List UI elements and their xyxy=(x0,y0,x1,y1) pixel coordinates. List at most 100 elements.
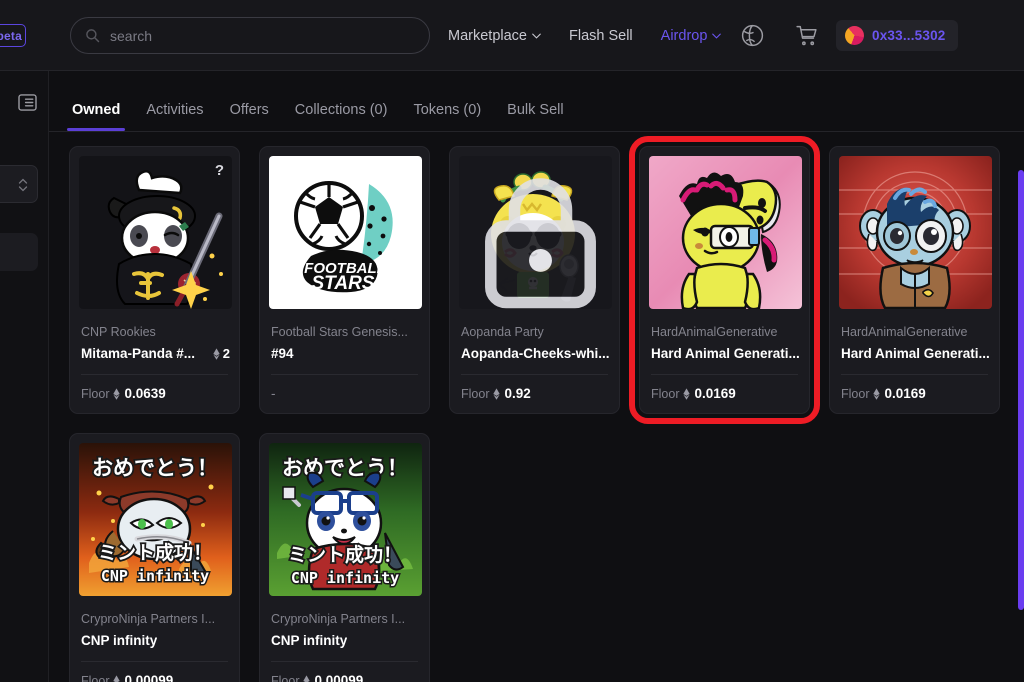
nft-art-cnp-rookies xyxy=(79,156,232,309)
floor-label: Floor xyxy=(461,386,490,401)
svg-text:ミント成功！: ミント成功！ xyxy=(98,541,212,564)
nft-title-row: Mitama-Panda #... 2 xyxy=(81,346,230,361)
nft-thumbnail xyxy=(649,156,802,309)
nft-card[interactable]: ? CNP Rookies Mitama-Panda #... 2 Floor … xyxy=(69,146,240,414)
nft-thumbnail: ? xyxy=(79,156,232,309)
top-header: beta Marketplace Flash Sell Airdrop 0x33 xyxy=(0,0,1024,71)
nft-floor: Floor 0.0639 xyxy=(79,375,230,413)
chevron-down-icon xyxy=(532,33,541,39)
nft-title-row: Aopanda-Cheeks-whi... xyxy=(461,346,610,361)
nft-title: CNP infinity xyxy=(271,633,348,648)
nft-thumbnail xyxy=(459,156,612,309)
nav-label: Airdrop xyxy=(660,27,708,44)
nft-card[interactable]: HardAnimalGenerative Hard Animal Generat… xyxy=(829,146,1000,414)
header-nav: Marketplace Flash Sell Airdrop xyxy=(448,0,749,71)
cart-icon[interactable] xyxy=(794,23,819,48)
globe-icon[interactable] xyxy=(740,23,765,48)
nft-card-grid: ? CNP Rookies Mitama-Panda #... 2 Floor … xyxy=(49,132,1024,682)
nav-label: Flash Sell xyxy=(568,27,633,44)
nft-collection-name: Aopanda Party xyxy=(461,325,544,339)
nft-collection-name: CryproNinja Partners I... xyxy=(271,612,406,626)
eth-icon xyxy=(113,387,121,400)
floor-label: Floor xyxy=(841,386,870,401)
eth-icon xyxy=(303,674,311,682)
nft-floor: Floor 0.0169 xyxy=(839,375,990,413)
nav-item-flash-sell[interactable]: Flash Sell xyxy=(569,28,633,44)
nft-title-row: CNP infinity xyxy=(81,633,230,648)
nav-item-airdrop[interactable]: Airdrop xyxy=(661,28,722,44)
nft-card[interactable]: FOOTBALL STARS Football Stars Genesis...… xyxy=(259,146,430,414)
sidebar-panel-control[interactable] xyxy=(0,233,38,271)
svg-text:STARS: STARS xyxy=(312,273,375,294)
nft-quantity-value: 2 xyxy=(222,346,230,361)
nft-floor: Floor 0.92 xyxy=(459,375,610,413)
eth-icon xyxy=(493,387,501,400)
chevron-down-icon xyxy=(712,33,722,39)
tab-bar: Owned Activities Offers Collections (0) … xyxy=(49,71,1024,132)
nft-floor: Floor 0.0169 xyxy=(649,375,800,413)
nft-title: Aopanda-Cheeks-whi... xyxy=(461,346,610,361)
beta-badge: beta xyxy=(0,24,26,47)
svg-text:CNP infinity: CNP infinity xyxy=(291,569,399,587)
nft-floor: Floor 0.00099 xyxy=(269,662,420,682)
nft-collection-name: Football Stars Genesis... xyxy=(271,325,408,339)
nav-item-marketplace[interactable]: Marketplace xyxy=(448,28,541,44)
search-icon xyxy=(86,29,100,43)
search-box[interactable] xyxy=(70,17,430,54)
svg-text:おめでとう！: おめでとう！ xyxy=(282,456,408,480)
nft-title: Hard Animal Generati... xyxy=(841,346,990,361)
nft-art-cnp-infinity-green: おめでとう！ ミント成功！ CNP infinity xyxy=(269,443,422,596)
nft-collection-name: CryproNinja Partners I... xyxy=(81,612,216,626)
sidebar-select-control[interactable] xyxy=(0,165,38,203)
nft-card[interactable]: Aopanda Party Aopanda-Cheeks-whi... Floo… xyxy=(449,146,620,414)
tab-bulk-sell[interactable]: Bulk Sell xyxy=(494,102,576,131)
nft-collection-name: CNP Rookies xyxy=(81,325,156,339)
eth-icon xyxy=(213,347,220,360)
nft-art-hard-animal-pink xyxy=(649,156,802,309)
nft-art-football-stars: FOOTBALL STARS xyxy=(269,156,422,309)
nft-card-selected[interactable]: HardAnimalGenerative Hard Animal Generat… xyxy=(629,136,820,424)
nft-title-row: #94 xyxy=(271,346,420,361)
floor-value: - xyxy=(271,386,276,401)
nft-thumbnail xyxy=(839,156,992,309)
avatar xyxy=(845,26,864,45)
search-input[interactable] xyxy=(110,27,415,44)
floor-value: 0.00099 xyxy=(314,673,364,682)
wallet-button[interactable]: 0x33...5302 xyxy=(836,20,958,51)
tab-collections[interactable]: Collections (0) xyxy=(282,102,401,131)
nft-title-row: CNP infinity xyxy=(271,633,420,648)
svg-text:ミント成功！: ミント成功！ xyxy=(288,543,402,566)
nft-title: CNP infinity xyxy=(81,633,158,648)
question-icon: ? xyxy=(214,162,224,179)
floor-label: Floor xyxy=(271,673,300,682)
lock-icon xyxy=(485,178,596,309)
nft-floor: - xyxy=(269,375,420,413)
nft-card[interactable]: おめでとう！ ミント成功！ CNP infinity CryproNinja P… xyxy=(259,433,430,682)
nft-art-hard-animal-red xyxy=(839,156,992,309)
tab-offers[interactable]: Offers xyxy=(217,102,282,131)
sidebar-collapse-icon[interactable] xyxy=(18,94,37,111)
eth-icon xyxy=(113,674,121,682)
nft-title: Mitama-Panda #... xyxy=(81,346,196,361)
nft-card[interactable]: おめでとう！ ミント成功！ CNP infinity CryproNinja P… xyxy=(69,433,240,682)
tab-tokens[interactable]: Tokens (0) xyxy=(400,102,494,131)
tab-owned[interactable]: Owned xyxy=(59,102,133,131)
floor-value: 0.92 xyxy=(504,386,531,401)
eth-icon xyxy=(683,387,691,400)
nft-title: Hard Animal Generati... xyxy=(651,346,800,361)
floor-value: 0.00099 xyxy=(124,673,174,682)
nft-thumbnail: おめでとう！ ミント成功！ CNP infinity xyxy=(269,443,422,596)
floor-label: Floor xyxy=(81,673,110,682)
floor-label: Floor xyxy=(651,386,680,401)
floor-value: 0.0169 xyxy=(694,386,736,401)
vertical-scrollbar[interactable] xyxy=(1018,170,1024,610)
chevron-updown-icon xyxy=(18,178,28,192)
svg-text:CNP infinity: CNP infinity xyxy=(101,567,209,585)
nft-collection-name: HardAnimalGenerative xyxy=(651,325,778,339)
nft-thumbnail: FOOTBALL STARS xyxy=(269,156,422,309)
wallet-address: 0x33...5302 xyxy=(872,28,946,43)
nav-label: Marketplace xyxy=(448,27,527,44)
tab-activities[interactable]: Activities xyxy=(133,102,216,131)
nft-title-row: Hard Animal Generati... xyxy=(841,346,990,361)
svg-text:おめでとう！: おめでとう！ xyxy=(92,456,218,480)
